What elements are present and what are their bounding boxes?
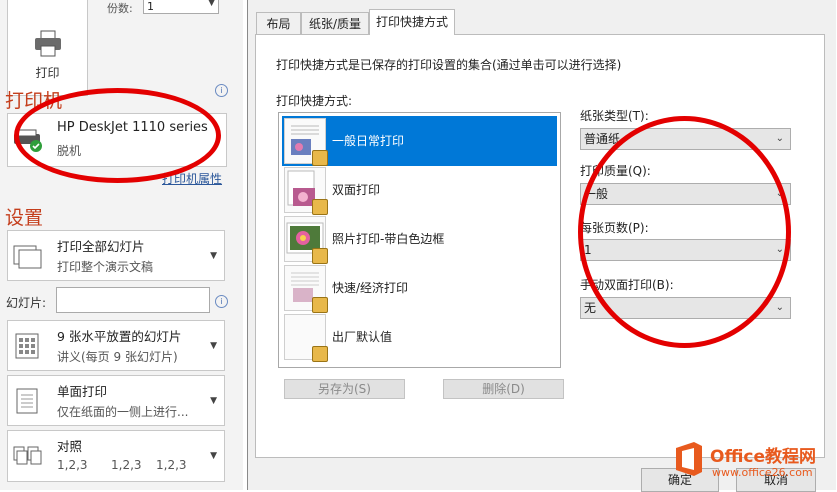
copies-label: 份数: — [107, 2, 133, 15]
shortcuts-description: 打印快捷方式是已保存的打印设置的集合(通过单击可以进行选择) — [276, 58, 622, 72]
print-range-desc: 打印整个演示文稿 — [57, 260, 154, 274]
lock-icon — [312, 150, 328, 166]
collate-seq-3: 1,2,3 — [156, 458, 187, 472]
print-quality-label: 打印质量(Q): — [580, 164, 651, 178]
slides-input[interactable] — [56, 287, 210, 313]
chevron-down-icon: ⌄ — [775, 302, 784, 313]
printer-section-title: 打印机 — [5, 90, 63, 112]
chevron-down-icon: ▼ — [210, 341, 217, 351]
paper-type-value: 普通纸 — [584, 132, 621, 146]
lock-icon — [312, 297, 328, 313]
tab-print-shortcuts[interactable]: 打印快捷方式 — [369, 9, 455, 35]
document-photo-icon — [284, 118, 328, 166]
lock-icon — [312, 199, 328, 215]
chevron-down-icon: ⌄ — [775, 133, 784, 144]
shortcut-item-photo[interactable]: 照片打印-带白色边框 — [282, 214, 557, 264]
shortcut-label: 双面打印 — [332, 183, 381, 197]
watermark-brand: Office教程网 — [710, 447, 817, 467]
shortcuts-panel: 打印快捷方式是已保存的打印设置的集合(通过单击可以进行选择) 打印快捷方式: 一… — [255, 34, 825, 458]
print-quality-select[interactable]: 一般 ⌄ — [580, 183, 791, 205]
collate-label: 对照 — [57, 439, 83, 454]
collate-icon — [13, 446, 42, 465]
printer-name: HP DeskJet 1110 series — [57, 120, 208, 135]
printer-properties-dialog: 布局 纸张/质量 打印快捷方式 打印快捷方式是已保存的打印设置的集合(通过单击可… — [247, 0, 836, 492]
layout-dropdown[interactable]: 9 张水平放置的幻灯片 讲义(每页 9 张幻灯片) ▼ — [7, 320, 225, 371]
draft-page-icon — [284, 265, 328, 313]
chevron-down-icon[interactable]: ▼ — [208, 0, 215, 8]
printer-selector[interactable]: HP DeskJet 1110 series 脱机 — [7, 113, 227, 167]
print-quality-value: 一般 — [584, 187, 609, 201]
printer-status: 脱机 — [57, 144, 82, 158]
chevron-down-icon: ▼ — [210, 451, 217, 461]
shortcut-label: 照片打印-带白色边框 — [332, 232, 445, 246]
watermark-url: www.office26.com — [712, 466, 813, 479]
copies-value: 1 — [147, 0, 154, 13]
single-sided-icon — [16, 388, 38, 414]
lock-icon — [312, 248, 328, 264]
pages-per-sheet-value: 1 — [584, 243, 592, 257]
chevron-down-icon: ⌄ — [775, 244, 784, 255]
sides-desc: 仅在纸面的一侧上进行... — [57, 405, 189, 419]
shortcut-label: 出厂默认值 — [332, 330, 393, 344]
lock-icon — [312, 346, 328, 362]
copies-input[interactable]: 1 ▼ — [143, 0, 219, 14]
collate-seq-1: 1,2,3 — [57, 458, 88, 472]
slides-label: 幻灯片: — [6, 296, 47, 310]
pages-per-sheet-label: 每张页数(P): — [580, 221, 649, 235]
info-icon[interactable]: i — [215, 295, 228, 308]
paper-type-label: 纸张类型(T): — [580, 109, 649, 123]
watermark: Office教程网 www.office26.com — [668, 436, 833, 490]
print-button-label: 打印 — [35, 66, 60, 80]
photo-icon — [284, 216, 328, 264]
two-sided-page-icon — [284, 167, 328, 215]
manual-duplex-select[interactable]: 无 ⌄ — [580, 297, 791, 319]
pages-per-sheet-select[interactable]: 1 ⌄ — [580, 239, 791, 261]
tab-layout[interactable]: 布局 — [256, 12, 301, 34]
print-range-dropdown[interactable]: 打印全部幻灯片 打印整个演示文稿 ▼ — [7, 230, 225, 281]
manual-duplex-label: 手动双面打印(B): — [580, 278, 674, 292]
manual-duplex-value: 无 — [584, 301, 597, 315]
layout-desc: 讲义(每页 9 张幻灯片) — [57, 350, 178, 364]
printer-properties-link[interactable]: 打印机属性 — [162, 170, 222, 187]
save-as-button[interactable]: 另存为(S) — [284, 379, 405, 399]
collate-dropdown[interactable]: 对照 1,2,3 1,2,3 1,2,3 ▼ — [7, 430, 225, 482]
delete-button[interactable]: 删除(D) — [443, 379, 564, 399]
layout-label: 9 张水平放置的幻灯片 — [57, 329, 182, 344]
printer-status-icon — [14, 129, 42, 152]
printer-icon — [34, 30, 61, 57]
shortcut-item-fast-economy[interactable]: 快速/经济打印 — [282, 263, 557, 313]
chevron-down-icon: ⌄ — [775, 188, 784, 199]
settings-section-title: 设置 — [5, 207, 44, 229]
office-logo-icon — [676, 442, 702, 476]
collate-seq-2: 1,2,3 — [111, 458, 142, 472]
print-button[interactable]: 打印 — [7, 0, 88, 96]
print-settings-pane: 打印 份数: 1 ▼ 打印机 i HP DeskJet 1110 series … — [0, 0, 243, 490]
shortcuts-list: 一般日常打印 双面打印 照片打印-带白色边框 快速/经济打印 出厂默认值 — [278, 112, 561, 368]
paper-type-select[interactable]: 普通纸 ⌄ — [580, 128, 791, 150]
blank-page-icon — [284, 314, 328, 362]
info-icon[interactable]: i — [215, 84, 228, 97]
chevron-down-icon: ▼ — [210, 396, 217, 406]
shortcut-label: 一般日常打印 — [332, 134, 405, 148]
shortcut-item-duplex[interactable]: 双面打印 — [282, 165, 557, 215]
shortcut-item-factory-defaults[interactable]: 出厂默认值 — [282, 312, 557, 362]
sides-dropdown[interactable]: 单面打印 仅在纸面的一侧上进行... ▼ — [7, 375, 225, 426]
tab-paper-quality[interactable]: 纸张/质量 — [301, 12, 369, 34]
shortcut-label: 快速/经济打印 — [332, 281, 409, 295]
shortcut-item-everyday[interactable]: 一般日常打印 — [282, 116, 557, 166]
print-range-label: 打印全部幻灯片 — [57, 239, 145, 254]
sides-label: 单面打印 — [57, 384, 108, 399]
chevron-down-icon: ▼ — [210, 251, 217, 261]
slides-stack-icon — [13, 245, 42, 269]
shortcuts-list-label: 打印快捷方式: — [276, 94, 353, 108]
grid-layout-icon — [15, 333, 39, 359]
